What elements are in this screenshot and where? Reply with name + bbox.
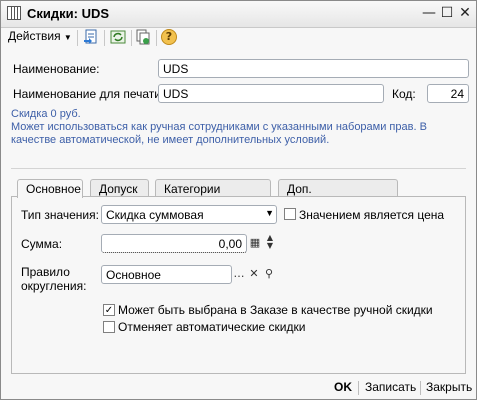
manual-discount-label: Может быть выбрана в Заказе в качестве р… — [118, 303, 433, 317]
ok-button[interactable]: OK — [334, 380, 352, 394]
title-bar: Скидки: UDS — ☐ ✕ — [1, 1, 476, 28]
actions-label: Действия — [8, 29, 61, 43]
is-price-label: Значением является цена — [299, 208, 445, 222]
sum-label: Сумма: — [21, 237, 63, 251]
refresh-icon[interactable] — [110, 29, 126, 45]
sum-input[interactable]: 0,00 — [101, 234, 247, 253]
value-type-select[interactable]: Скидка суммовая ▼ — [101, 205, 277, 224]
rounding-label-line-1: Правило — [21, 265, 70, 279]
info-line-2: Может использоваться как ручная сотрудни… — [11, 121, 427, 146]
select-ellipsis-button[interactable]: … — [233, 265, 245, 282]
post-document-icon[interactable] — [83, 29, 99, 45]
toolbar-separator — [131, 30, 132, 46]
discount-description: Скидка 0 руб. Может использоваться как р… — [11, 108, 466, 169]
code-input[interactable]: 24 — [427, 84, 469, 103]
calculator-icon[interactable]: ▦ — [249, 234, 261, 251]
button-separator — [358, 381, 359, 395]
app-icon — [7, 6, 21, 20]
clear-icon[interactable]: ✕ — [248, 265, 260, 282]
spin-arrows-icon[interactable]: ▲ ▼ — [264, 234, 276, 251]
value-type-label: Тип значения: — [21, 208, 99, 222]
rounding-input[interactable]: Основное — [101, 265, 232, 284]
print-name-label: Наименование для печати: — [13, 87, 165, 101]
toolbar-separator — [77, 30, 78, 46]
value-type-selected: Скидка суммовая — [106, 208, 204, 222]
chevron-down-icon: ▼ — [63, 33, 72, 42]
search-icon[interactable]: ⚲ — [263, 265, 275, 282]
info-line-1: Скидка 0 руб. — [11, 108, 81, 120]
name-input[interactable]: UDS — [158, 59, 469, 78]
rounding-label: Правило округления: — [21, 265, 86, 293]
code-label: Код: — [392, 87, 416, 101]
toolbar: Действия ▼ ? — [1, 28, 476, 48]
cancels-auto-label: Отменяет автоматические скидки — [118, 320, 306, 334]
window-title: Скидки: UDS — [27, 6, 110, 21]
save-button[interactable]: Записать — [365, 380, 416, 394]
bottom-bar: OK Записать Закрыть — [1, 376, 476, 399]
tab-extra-names[interactable]: Доп. наименования — [278, 179, 398, 210]
name-label: Наименование: — [13, 62, 100, 76]
tab-access[interactable]: Допуск — [90, 179, 149, 197]
print-name-input[interactable]: UDS — [158, 84, 384, 103]
tab-product-categories[interactable]: Категории товаров — [155, 179, 271, 210]
close-window-button[interactable]: ✕ — [457, 5, 473, 21]
discount-window: Скидки: UDS — ☐ ✕ Действия ▼ ? Наименова… — [0, 0, 477, 400]
rounding-label-line-2: округления: — [21, 279, 87, 293]
help-icon[interactable]: ? — [161, 29, 177, 45]
close-button[interactable]: Закрыть — [426, 380, 472, 394]
chevron-down-icon[interactable]: ▼ — [265, 208, 274, 218]
tab-main[interactable]: Основное — [17, 179, 83, 198]
cancels-auto-checkbox[interactable] — [103, 321, 115, 333]
button-separator — [420, 381, 421, 395]
minimize-button[interactable]: — — [421, 5, 437, 21]
maximize-button[interactable]: ☐ — [439, 5, 455, 21]
actions-menu[interactable]: Действия ▼ — [8, 29, 72, 43]
toolbar-separator — [156, 30, 157, 46]
copy-icon[interactable] — [135, 29, 151, 45]
toolbar-separator — [104, 30, 105, 46]
is-price-checkbox[interactable] — [284, 208, 296, 220]
manual-discount-checkbox[interactable]: ✓ — [103, 304, 115, 316]
